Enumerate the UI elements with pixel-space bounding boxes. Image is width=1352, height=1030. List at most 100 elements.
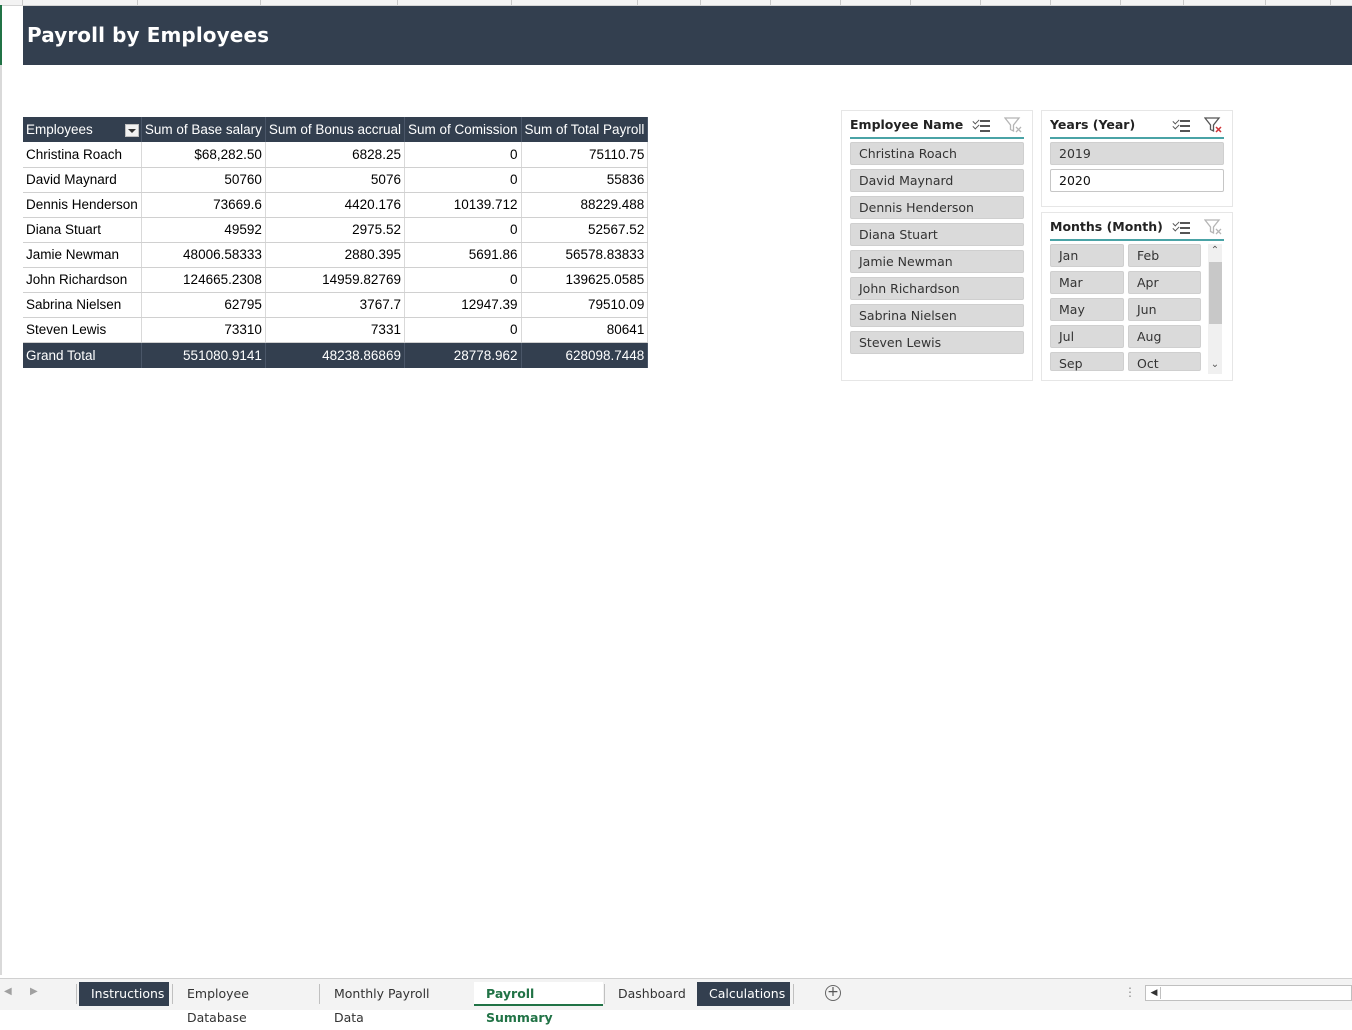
multi-select-icon[interactable] (972, 117, 991, 133)
tab-instructions[interactable]: Instructions (79, 982, 169, 1006)
horizontal-scrollbar[interactable]: ◀ (1145, 985, 1352, 1001)
slicer-header: Employee Name (850, 117, 1024, 139)
table-cell[interactable]: 2975.52 (265, 217, 405, 243)
table-cell[interactable]: 28778.962 (404, 342, 522, 368)
table-cell[interactable]: 5076 (265, 167, 405, 193)
tab-calculations[interactable]: Calculations (697, 982, 790, 1006)
header-cell-bonus-accrual[interactable]: Sum of Bonus accrual (265, 117, 405, 142)
slicer-item[interactable]: Mar (1050, 271, 1124, 294)
table-cell[interactable]: Sabrina Nielsen (23, 292, 142, 318)
table-cell[interactable]: 48006.58333 (141, 242, 266, 268)
header-cell-total-payroll[interactable]: Sum of Total Payroll (521, 117, 649, 142)
slicer-title: Employee Name (850, 117, 964, 132)
table-cell[interactable]: $68,282.50 (141, 142, 266, 168)
header-cell-base-salary[interactable]: Sum of Base salary (141, 117, 266, 142)
slicer-item[interactable]: David Maynard (850, 169, 1024, 192)
table-cell[interactable]: 52567.52 (521, 217, 649, 243)
table-cell[interactable]: 0 (404, 217, 522, 243)
table-cell[interactable]: David Maynard (23, 167, 142, 193)
table-cell[interactable]: 5691.86 (404, 242, 522, 268)
multi-select-icon[interactable] (1172, 219, 1191, 235)
table-cell[interactable]: Jamie Newman (23, 242, 142, 268)
slicer-item[interactable]: Aug (1128, 325, 1201, 348)
table-cell[interactable]: 2880.395 (265, 242, 405, 268)
table-cell[interactable]: 0 (404, 317, 522, 343)
table-cell[interactable]: 73310 (141, 317, 266, 343)
table-cell[interactable]: 10139.712 (404, 192, 522, 218)
slicer-item[interactable]: Jun (1128, 298, 1201, 321)
scroll-left-icon[interactable]: ◀ (1148, 987, 1161, 999)
slicer-item[interactable]: Apr (1128, 271, 1201, 294)
header-cell-comission[interactable]: Sum of Comission (404, 117, 522, 142)
next-sheet-icon[interactable]: ▶ (30, 986, 38, 997)
slicer-item[interactable]: Oct (1128, 352, 1201, 371)
slicer-item[interactable]: Jul (1050, 325, 1124, 348)
table-cell[interactable]: 0 (404, 267, 522, 293)
table-cell[interactable]: 551080.9141 (141, 342, 266, 368)
table-cell[interactable]: 628098.7448 (521, 342, 649, 368)
table-cell[interactable]: Grand Total (23, 342, 142, 368)
slicer-item[interactable]: Christina Roach (850, 142, 1024, 165)
row-header-edge (0, 5, 2, 975)
table-cell[interactable]: 50760 (141, 167, 266, 193)
table-cell[interactable]: Dennis Henderson (23, 192, 142, 218)
table-cell[interactable]: 4420.176 (265, 192, 405, 218)
table-cell[interactable]: 62795 (141, 292, 266, 318)
slicer-item[interactable]: Jamie Newman (850, 250, 1024, 273)
table-cell[interactable]: 79510.09 (521, 292, 649, 318)
slicer-item[interactable]: 2019 (1050, 142, 1224, 165)
pivot-header-row: Employees Sum of Base salary Sum of Bonu… (23, 117, 649, 142)
table-cell[interactable]: 12947.39 (404, 292, 522, 318)
table-cell[interactable]: Steven Lewis (23, 317, 142, 343)
table-row: Sabrina Nielsen 62795 3767.7 12947.39 79510.… (23, 292, 649, 318)
slicer-item[interactable]: Diana Stuart (850, 223, 1024, 246)
clear-filter-icon[interactable] (1204, 117, 1222, 133)
slicer-scrollbar[interactable]: ⌃ ⌄ (1208, 244, 1222, 374)
slicer-item[interactable]: Feb (1128, 244, 1201, 267)
table-cell[interactable]: 6828.25 (265, 142, 405, 168)
tab-payroll-summary[interactable]: Payroll Summary (474, 982, 603, 1025)
tab-dashboard[interactable]: Dashboard (606, 982, 694, 1006)
tab-employee-database[interactable]: Employee Database (175, 982, 316, 1025)
slicer-item[interactable]: May (1050, 298, 1124, 321)
table-cell[interactable]: 73669.6 (141, 192, 266, 218)
table-cell[interactable]: 0 (404, 167, 522, 193)
slicer-item[interactable]: Jan (1050, 244, 1124, 267)
tab-monthly-payroll-data[interactable]: Monthly Payroll Data (322, 982, 471, 1025)
add-sheet-icon[interactable]: + (825, 985, 841, 1001)
table-cell[interactable]: John Richardson (23, 267, 142, 293)
slicer-item[interactable]: Dennis Henderson (850, 196, 1024, 219)
slicer-item[interactable]: John Richardson (850, 277, 1024, 300)
table-cell[interactable]: 56578.83833 (521, 242, 649, 268)
table-row: Steven Lewis 73310 7331 0 80641 (23, 317, 649, 343)
table-cell[interactable]: 124665.2308 (141, 267, 266, 293)
table-cell[interactable]: 80641 (521, 317, 649, 343)
scroll-thumb[interactable] (1209, 262, 1222, 324)
table-cell[interactable]: 88229.488 (521, 192, 649, 218)
table-cell[interactable]: 49592 (141, 217, 266, 243)
clear-filter-icon[interactable] (1004, 117, 1022, 133)
filter-dropdown-icon[interactable] (124, 124, 139, 137)
header-cell-employees[interactable]: Employees (23, 117, 142, 142)
table-cell[interactable]: 55836 (521, 167, 649, 193)
multi-select-icon[interactable] (1172, 117, 1191, 133)
table-cell[interactable]: 75110.75 (521, 142, 649, 168)
more-icon[interactable]: ⋮ (1124, 985, 1136, 999)
table-cell[interactable]: 14959.82769 (265, 267, 405, 293)
clear-filter-icon[interactable] (1204, 219, 1222, 235)
scroll-down-icon[interactable]: ⌄ (1208, 358, 1222, 372)
table-cell[interactable]: 48238.86869 (265, 342, 405, 368)
employee-name-slicer: Employee Name Christina Roach David Mayn… (841, 110, 1033, 381)
slicer-item[interactable]: 2020 (1050, 169, 1224, 192)
table-cell[interactable]: Diana Stuart (23, 217, 142, 243)
table-cell[interactable]: 139625.0585 (521, 267, 649, 293)
table-cell[interactable]: 3767.7 (265, 292, 405, 318)
table-cell[interactable]: 0 (404, 142, 522, 168)
table-cell[interactable]: Christina Roach (23, 142, 142, 168)
slicer-item[interactable]: Sep (1050, 352, 1124, 371)
prev-sheet-icon[interactable]: ◀ (4, 986, 12, 997)
scroll-up-icon[interactable]: ⌃ (1208, 244, 1222, 258)
slicer-item[interactable]: Sabrina Nielsen (850, 304, 1024, 327)
slicer-item[interactable]: Steven Lewis (850, 331, 1024, 354)
table-cell[interactable]: 7331 (265, 317, 405, 343)
